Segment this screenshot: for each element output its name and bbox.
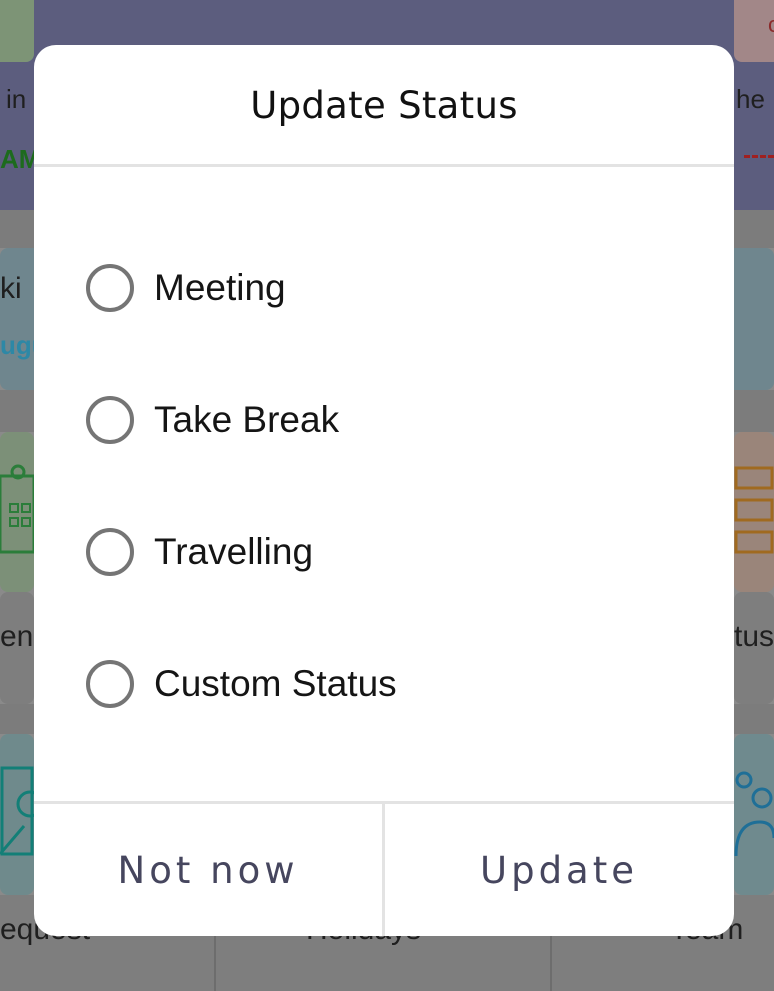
radio-button[interactable] [86,396,134,444]
status-option-label: Meeting [154,267,286,308]
radio-button[interactable] [86,264,134,312]
status-option-travelling[interactable]: Travelling [86,517,313,587]
status-option-label: Take Break [154,399,340,440]
status-option-label: Custom Status [154,663,397,704]
update-status-dialog: Update Status Meeting Take Break Travell… [34,45,734,936]
update-button[interactable]: Update [385,804,733,936]
status-option-custom[interactable]: Custom Status [86,649,397,719]
status-option-meeting[interactable]: Meeting [86,253,286,323]
radio-button[interactable] [86,660,134,708]
status-option-take-break[interactable]: Take Break [86,385,339,455]
divider [34,164,734,167]
not-now-button[interactable]: Not now [34,804,382,936]
radio-button[interactable] [86,528,134,576]
status-option-label: Travelling [154,531,314,572]
dialog-title: Update Status [250,83,518,127]
